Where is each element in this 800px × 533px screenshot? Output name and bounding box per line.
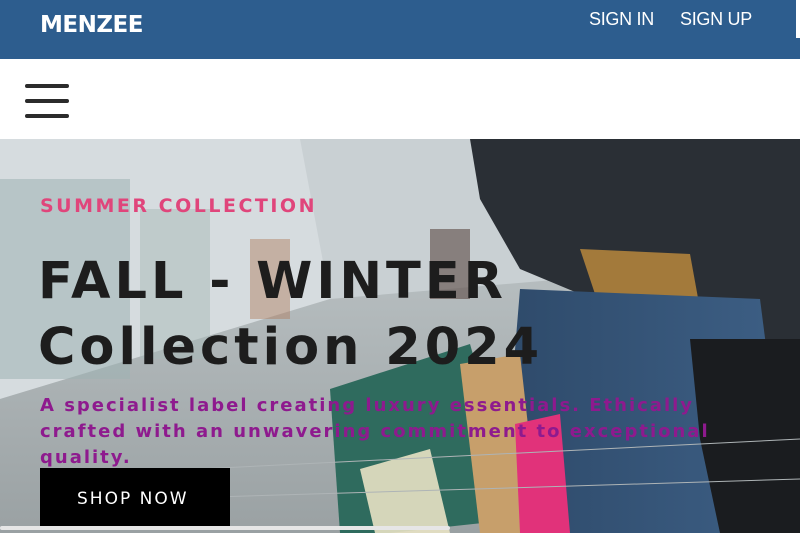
hero-description: A specialist label creating luxury essen… <box>40 395 710 468</box>
sign-up-link[interactable]: SIGN UP <box>680 9 752 30</box>
hero-title-line-2: Collection 2024 <box>38 318 544 377</box>
menu-line <box>25 114 69 118</box>
shop-now-button[interactable]: SHOP NOW <box>40 468 230 526</box>
menu-line <box>25 84 69 88</box>
hero-banner: SUMMER COLLECTION FALL - WINTER Collecti… <box>0 139 800 533</box>
menu-line <box>25 99 69 103</box>
hamburger-menu-icon[interactable] <box>25 84 69 120</box>
hero-title-line-1: FALL - WINTER <box>38 252 507 311</box>
hero-title: FALL - WINTER Collection 2024 <box>38 249 543 381</box>
top-bar: MENZEE SIGN IN SIGN UP <box>0 0 800 59</box>
scrollbar[interactable] <box>796 0 800 38</box>
nav-bar <box>0 59 800 139</box>
logo[interactable]: MENZEE <box>40 12 143 38</box>
hero-subtitle: SUMMER COLLECTION <box>40 195 317 217</box>
slider-progress-bar[interactable] <box>0 526 450 530</box>
sign-in-link[interactable]: SIGN IN <box>589 9 654 30</box>
